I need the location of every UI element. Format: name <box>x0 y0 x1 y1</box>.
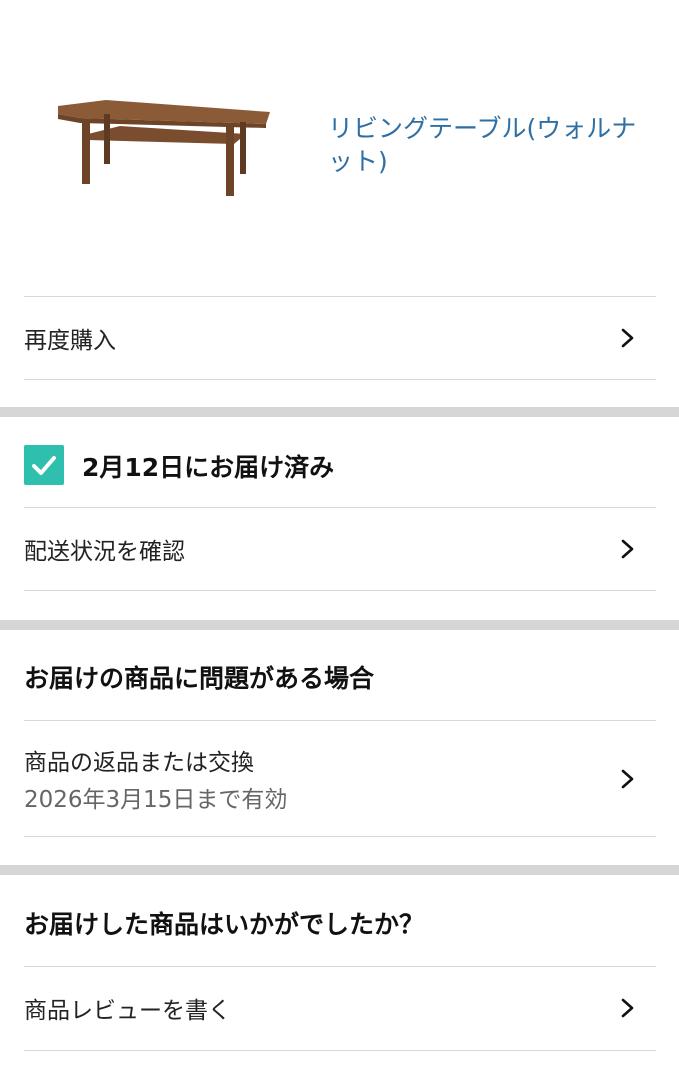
chevron-right-icon <box>621 998 634 1018</box>
divider <box>24 836 656 837</box>
write-review-row[interactable]: 商品レビューを書く <box>24 967 656 1049</box>
chevron-right-icon <box>621 539 634 559</box>
product-name-link[interactable]: リビングテーブル(ウォルナット) <box>328 112 638 178</box>
divider <box>24 1050 656 1051</box>
delivery-status: 2月12日にお届け済み <box>82 453 335 482</box>
return-exchange-row[interactable]: 商品の返品または交換 2026年3月15日まで有効 <box>24 721 656 836</box>
divider <box>24 379 656 380</box>
coffee-table-image[interactable] <box>50 92 280 204</box>
section-separator <box>0 407 679 417</box>
problem-heading: お届けの商品に問題がある場合 <box>24 664 375 693</box>
feedback-heading: お届けした商品はいかがでしたか？ <box>24 910 425 939</box>
tracking-label: 配送状況を確認 <box>24 539 185 565</box>
return-exchange-text: 商品の返品または交換 2026年3月15日まで有効 <box>24 743 287 814</box>
write-review-label: 商品レビューを書く <box>24 998 231 1024</box>
section-separator <box>0 865 679 875</box>
tracking-row[interactable]: 配送状況を確認 <box>24 508 656 590</box>
buy-again-label: 再度購入 <box>24 328 116 354</box>
return-deadline: 2026年3月15日まで有効 <box>24 787 288 813</box>
check-icon <box>24 445 64 485</box>
chevron-right-icon <box>621 769 634 788</box>
buy-again-row[interactable]: 再度購入 <box>24 297 656 379</box>
return-exchange-label: 商品の返品または交換 <box>24 750 254 776</box>
section-separator <box>0 620 679 630</box>
product-section: リビングテーブル(ウォルナット) <box>0 0 679 296</box>
divider <box>24 590 656 591</box>
chevron-right-icon <box>621 328 634 348</box>
